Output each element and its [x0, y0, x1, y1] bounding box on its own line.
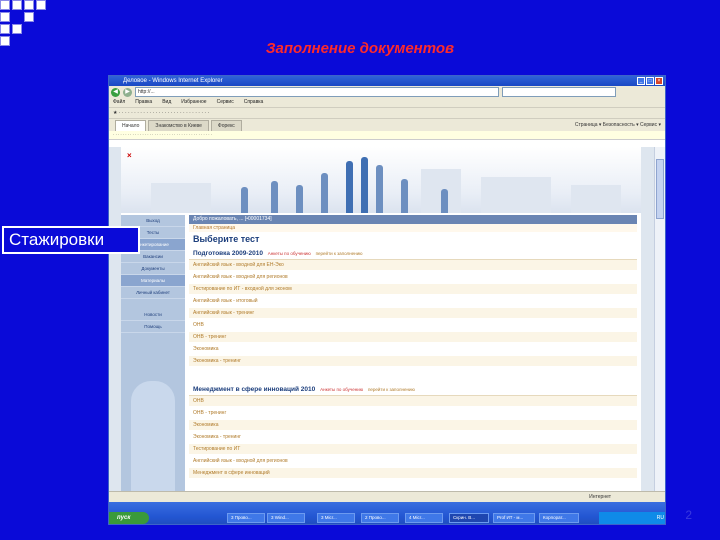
taskbar-item[interactable]: 4 Micr...: [405, 513, 443, 523]
close-button[interactable]: ×: [655, 77, 663, 85]
forward-arrow-icon[interactable]: ▶: [123, 87, 132, 97]
slide-title: Заполнение документов: [265, 40, 455, 57]
silhouette-image: [131, 381, 175, 491]
section-title: Подготовка 2009-2010 Анкеты по обучению …: [189, 248, 637, 260]
menu-edit[interactable]: Правка: [135, 98, 152, 107]
search-input[interactable]: [502, 87, 616, 97]
test-row[interactable]: ОНВ: [189, 320, 637, 332]
favorites-bar: ★ · · · · · · · · · · · · · · · · · · · …: [109, 107, 665, 118]
status-bar: Интернет: [109, 491, 665, 502]
back-arrow-icon[interactable]: ◀: [111, 87, 120, 97]
test-row[interactable]: Экономика - тренинг: [189, 356, 637, 368]
page-number: 2: [685, 508, 692, 522]
test-row[interactable]: ОНВ - тренинг: [189, 408, 637, 420]
section-name: Менеджмент в сфере инноваций 2010: [193, 386, 316, 393]
tab-forex[interactable]: Форекс: [210, 120, 242, 131]
minimize-button[interactable]: _: [637, 77, 645, 85]
breadcrumb[interactable]: Главная страница: [189, 224, 637, 232]
fill-link[interactable]: перейти к заполнению: [316, 251, 363, 256]
taskbar-item[interactable]: 2 Прово...: [361, 513, 399, 523]
section-label: Стажировки: [2, 226, 140, 254]
section-name: Подготовка 2009-2010: [193, 250, 263, 257]
left-nav: Выход Тесты Анкетирование Вакансии Докум…: [121, 215, 185, 491]
test-row[interactable]: Тестирование по ИТ: [189, 444, 637, 456]
site-banner: ×: [121, 147, 641, 213]
command-bar[interactable]: Страница ▾ Безопасность ▾ Сервис ▾: [575, 119, 665, 131]
page-content: × Выход Тесты Анкетирование Вакансии Док…: [109, 147, 656, 491]
slide: { "slide": { "title": "Заполнение докуме…: [0, 0, 720, 540]
browser-screenshot: Деловое - Windows Internet Explorer _ □ …: [108, 75, 666, 525]
nav-cabinet[interactable]: Личный кабинет: [121, 287, 185, 299]
test-row[interactable]: Английский язык - итоговый: [189, 296, 637, 308]
menu-bar: Файл Правка Вид Избранное Сервис Справка: [109, 98, 665, 107]
taskbar-item[interactable]: Корпорат...: [539, 513, 579, 523]
test-row[interactable]: Менеджмент в сфере инноваций: [189, 468, 637, 480]
main-column: Добро пожаловать, ... [•00001734] Главна…: [189, 215, 637, 480]
test-row[interactable]: ОНВ: [189, 396, 637, 408]
window-title: Деловое - Windows Internet Explorer: [123, 78, 223, 84]
survey-link[interactable]: Анкеты по обучению: [320, 387, 363, 392]
test-row[interactable]: Экономика: [189, 420, 637, 432]
test-row[interactable]: Английский язык - входной для ЕН-Эко: [189, 260, 637, 272]
maximize-button[interactable]: □: [646, 77, 654, 85]
menu-help[interactable]: Справка: [244, 98, 264, 107]
address-input[interactable]: http://...: [135, 87, 499, 97]
tab-kiev[interactable]: Знакомство в Киеве: [148, 120, 209, 131]
taskbar: пуск 3 Прово... 3 Wind... 3 Micr... 2 Пр…: [109, 502, 665, 524]
vertical-scrollbar[interactable]: [654, 147, 665, 491]
status-text: Интернет: [589, 494, 611, 500]
menu-view[interactable]: Вид: [162, 98, 171, 107]
test-row[interactable]: Тестирование по ИТ - входной для эконом: [189, 284, 637, 296]
test-row[interactable]: Экономика: [189, 344, 637, 356]
tab-strip: Начало Знакомство в Киеве Форекс Страниц…: [109, 118, 665, 131]
survey-link[interactable]: Анкеты по обучению: [268, 251, 311, 256]
close-icon[interactable]: ×: [127, 151, 132, 160]
choose-test-title: Выберите тест: [193, 234, 260, 244]
test-row[interactable]: Экономика - тренинг: [189, 432, 637, 444]
system-tray[interactable]: RU: [599, 512, 665, 524]
menu-favorites[interactable]: Избранное: [181, 98, 206, 107]
taskbar-item[interactable]: 3 Wind...: [267, 513, 305, 523]
window-title-bar: Деловое - Windows Internet Explorer _ □ …: [109, 76, 665, 86]
menu-file[interactable]: Файл: [113, 98, 125, 107]
test-row[interactable]: ОНВ - тренинг: [189, 332, 637, 344]
info-bar[interactable]: · · · · · · · · · · · · · · · · · · · · …: [109, 131, 665, 140]
address-bar: ◀ ▶ http://...: [109, 86, 665, 98]
section-title: Менеджмент в сфере инноваций 2010 Анкеты…: [189, 384, 637, 396]
site-page: × Выход Тесты Анкетирование Вакансии Док…: [121, 147, 641, 491]
taskbar-item[interactable]: 3 Прово...: [227, 513, 265, 523]
test-row[interactable]: Английский язык - входной для регионов: [189, 456, 637, 468]
welcome-bar: Добро пожаловать, ... [•00001734]: [189, 215, 637, 224]
nav-materials[interactable]: Материалы: [121, 275, 185, 287]
taskbar-item[interactable]: Prof ИT - м...: [493, 513, 535, 523]
test-row[interactable]: Английский язык - входной для регионов: [189, 272, 637, 284]
scrollbar-thumb[interactable]: [656, 159, 664, 219]
tab-home[interactable]: Начало: [115, 120, 147, 131]
nav-documents[interactable]: Документы: [121, 263, 185, 275]
test-row[interactable]: Английский язык - тренинг: [189, 308, 637, 320]
taskbar-item[interactable]: 3 Micr...: [317, 513, 355, 523]
nav-help[interactable]: Помощь: [121, 321, 185, 333]
menu-tools[interactable]: Сервис: [217, 98, 234, 107]
taskbar-item[interactable]: Скрин. В...: [449, 513, 489, 523]
nav-news[interactable]: Новости: [121, 309, 185, 321]
start-button[interactable]: пуск: [109, 512, 149, 524]
fill-link[interactable]: перейти к заполнению: [368, 387, 415, 392]
